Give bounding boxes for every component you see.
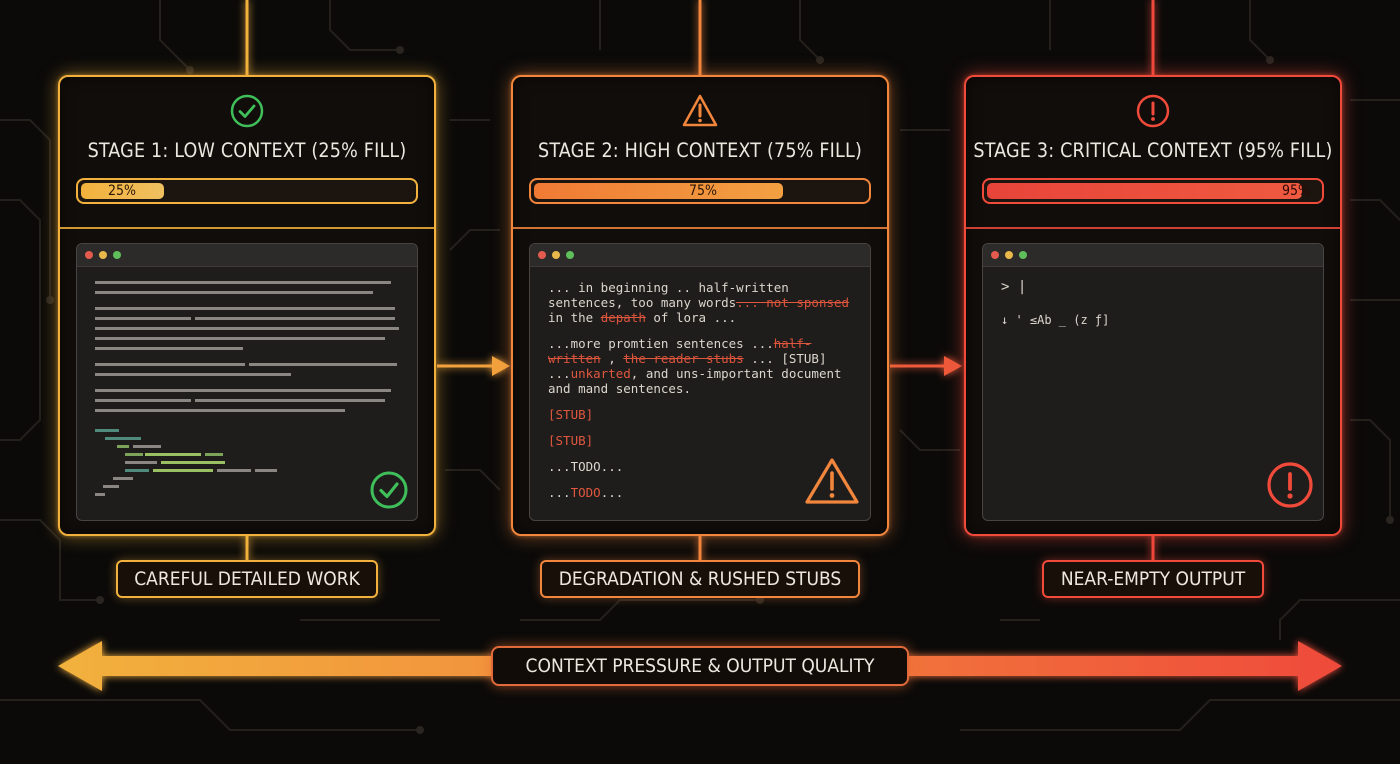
context-fill-bar: 75%	[529, 178, 871, 204]
near-empty-output: > | ↓ ' ≤Ab _ (z ƒ]	[1001, 280, 1309, 339]
close-dot-icon	[85, 251, 93, 259]
fill-percent-label: 95%	[1282, 183, 1310, 199]
flow-arrow-2-3	[890, 356, 962, 376]
stage-2-caption: DEGRADATION & RUSHED STUBS	[540, 560, 860, 598]
maximize-dot-icon	[113, 251, 121, 259]
terminal-window: > | ↓ ' ≤Ab _ (z ƒ]	[982, 243, 1324, 521]
flow-arrow-1-2	[437, 356, 510, 376]
minimize-dot-icon	[99, 251, 107, 259]
stage-2-card: STAGE 2: HIGH CONTEXT (75% FILL) 75% ...…	[511, 75, 889, 536]
minimize-dot-icon	[552, 251, 560, 259]
stage-1-card: STAGE 1: LOW CONTEXT (25% FILL) 25%	[58, 75, 436, 536]
stage-title: STAGE 2: HIGH CONTEXT (75% FILL)	[538, 139, 862, 162]
window-titlebar	[530, 244, 870, 267]
struck-text: ... not sponsed	[736, 295, 850, 310]
prompt-line: > |	[1001, 279, 1027, 295]
fill-percent-label: 25%	[108, 183, 136, 199]
stub-marker: [STUB]	[548, 433, 594, 448]
exclamation-circle-icon	[1136, 94, 1170, 128]
context-fill-bar: 25%	[76, 178, 418, 204]
axis-label: CONTEXT PRESSURE & OUTPUT QUALITY	[491, 646, 909, 686]
struck-text: depath	[600, 310, 646, 325]
stub-marker: [STUB]	[548, 407, 594, 422]
stage-1-caption: CAREFUL DETAILED WORK	[116, 560, 378, 598]
stage-title: STAGE 3: CRITICAL CONTEXT (95% FILL)	[973, 139, 1333, 162]
maximize-dot-icon	[566, 251, 574, 259]
stage-3-caption: NEAR-EMPTY OUTPUT	[1042, 560, 1264, 598]
close-dot-icon	[538, 251, 546, 259]
window-titlebar	[983, 244, 1323, 267]
paragraph-1: ... in beginning .. half-written sentence…	[548, 280, 850, 325]
stage-3-card: STAGE 3: CRITICAL CONTEXT (95% FILL) 95%…	[964, 75, 1342, 536]
editor-window	[76, 243, 418, 521]
check-circle-icon	[230, 94, 264, 128]
warning-triangle-icon	[682, 94, 718, 127]
success-check-icon	[370, 471, 408, 509]
close-dot-icon	[991, 251, 999, 259]
exclamation-circle-icon	[1267, 462, 1313, 508]
struck-text: half-	[773, 336, 812, 351]
window-titlebar	[77, 244, 417, 267]
maximize-dot-icon	[1019, 251, 1027, 259]
context-fill-bar: 95%	[982, 178, 1324, 204]
warning-triangle-icon	[805, 458, 859, 504]
minimize-dot-icon	[1005, 251, 1013, 259]
garbled-line: ↓ ' ≤Ab _ (z ƒ]	[1001, 313, 1110, 327]
struck-text: written	[548, 351, 601, 366]
paragraph-2: ...more promtien sentences ...half-writt…	[548, 336, 842, 396]
editor-window: ... in beginning .. half-written sentence…	[529, 243, 871, 521]
dense-text-lines	[95, 281, 399, 496]
fill-percent-label: 75%	[689, 183, 717, 199]
stage-title: STAGE 1: LOW CONTEXT (25% FILL)	[87, 139, 407, 162]
struck-text: the reader stubs	[623, 351, 744, 366]
